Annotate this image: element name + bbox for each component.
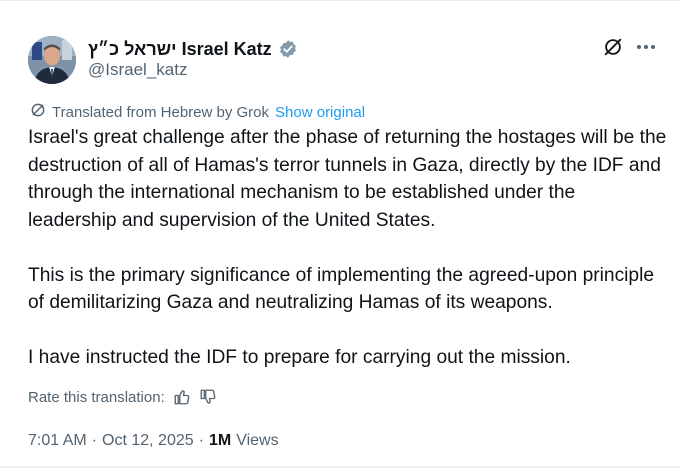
tweet-time[interactable]: 7:01 AM [28,432,87,450]
author-name-row[interactable]: ישראל כ״ץ Israel Katz [88,37,298,61]
views-count: 1M [208,432,232,449]
divider [0,0,680,1]
more-icon[interactable] [636,44,656,50]
tweet-actions-top [602,36,656,58]
tweet-card: ישראל כ״ץ Israel Katz @Israel_katz Trans… [0,0,680,468]
author-handle[interactable]: @Israel_katz [88,60,187,80]
translate-icon [30,102,46,122]
tweet-meta: 7:01 AM · Oct 12, 2025 · 1M Views [28,430,279,452]
tweet-paragraph: Israel's great challenge after the phase… [28,127,667,231]
tweet-date[interactable]: Oct 12, 2025 [102,432,194,450]
meta-separator: · [91,432,98,449]
translation-notice: Translated from Hebrew by Grok Show orig… [30,102,365,122]
tweet-paragraph: This is the primary significance of impl… [28,264,655,314]
grok-icon[interactable] [602,36,624,58]
author-display-name[interactable]: ישראל כ״ץ Israel Katz [88,39,272,60]
verified-badge-icon [278,39,298,59]
avatar[interactable] [28,36,76,84]
show-original-link[interactable]: Show original [275,104,365,121]
thumbs-down-icon[interactable] [199,388,217,406]
translation-label: Translated from Hebrew by Grok [52,103,270,121]
tweet-text: Israel's great challenge after the phase… [28,124,668,399]
rate-translation: Rate this translation: [28,386,217,408]
views-label: Views [236,432,279,449]
thumbs-up-icon[interactable] [173,388,191,406]
rate-translation-label: Rate this translation: [28,388,165,406]
meta-separator: · [198,432,204,449]
tweet-paragraph: I have instructed the IDF to prepare for… [28,347,571,368]
